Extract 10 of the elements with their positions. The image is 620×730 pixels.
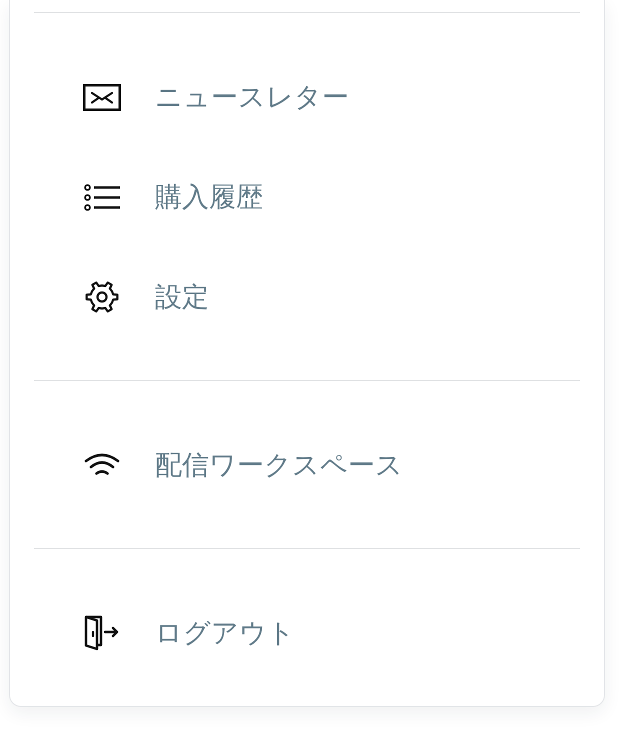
door-exit-icon (84, 615, 120, 651)
menu-item[interactable]: 配信ワークスペース (34, 415, 580, 515)
menu-item[interactable]: 設定 (34, 247, 580, 347)
envelope-icon (83, 84, 121, 110)
menu-item[interactable]: 購入履歴 (34, 147, 580, 247)
menu-item[interactable]: ログアウト (34, 583, 580, 683)
menu-item[interactable]: ニュースレター (34, 47, 580, 147)
settings-icon (84, 279, 120, 315)
wifi-icon (84, 452, 120, 478)
list-icon (84, 184, 120, 210)
